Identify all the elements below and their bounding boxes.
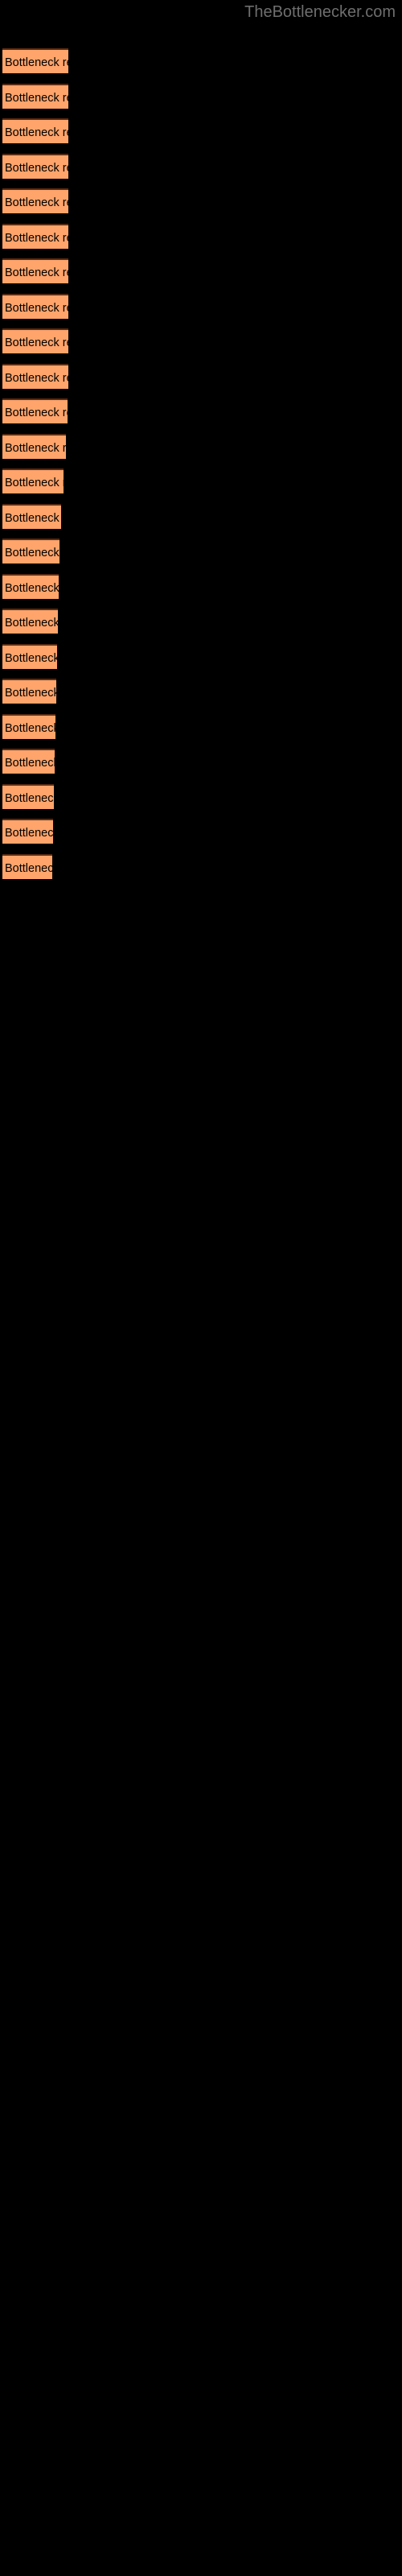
bar-rect[interactable]: Bottleneck result	[2, 749, 55, 774]
bar-label: Bottleneck result	[5, 196, 68, 209]
bar-rect[interactable]: Bottleneck result	[2, 364, 68, 389]
bar-rect[interactable]: Bottleneck result	[2, 679, 56, 704]
bar-row[interactable]: Bottleneck result	[2, 258, 68, 283]
bar-row[interactable]: Bottleneck result	[2, 224, 68, 249]
bar-rect[interactable]: Bottleneck result	[2, 328, 68, 353]
bar-label: Bottleneck result	[5, 617, 58, 630]
bar-rect[interactable]: Bottleneck result	[2, 609, 58, 634]
bar-rect[interactable]: Bottleneck result	[2, 714, 55, 739]
bar-rect[interactable]: Bottleneck result	[2, 224, 68, 249]
bar-row[interactable]: Bottleneck result	[2, 398, 68, 423]
bar-row[interactable]: Bottleneck result	[2, 294, 68, 319]
bar-rect[interactable]: Bottleneck result	[2, 574, 59, 599]
bar-row[interactable]: Bottleneck result	[2, 749, 55, 774]
bar-row[interactable]: Bottleneck result	[2, 574, 59, 599]
bar-row[interactable]: Bottleneck result	[2, 819, 53, 844]
bar-row[interactable]: Bottleneck result	[2, 609, 58, 634]
bar-label: Bottleneck result	[5, 862, 52, 875]
bar-label: Bottleneck result	[5, 547, 59, 559]
bar-row[interactable]: Bottleneck result	[2, 854, 52, 879]
bar-row[interactable]: Bottleneck result	[2, 504, 61, 529]
bar-row[interactable]: Bottleneck result	[2, 328, 68, 353]
bar-rect[interactable]: Bottleneck result	[2, 819, 53, 844]
bar-label: Bottleneck result	[5, 302, 68, 315]
bar-rect[interactable]: Bottleneck result	[2, 188, 68, 213]
bar-rect[interactable]: Bottleneck result	[2, 854, 52, 879]
bar-series: Bottleneck result Bottleneck result Bottle…	[0, 0, 402, 2576]
bar-row[interactable]: Bottleneck result	[2, 84, 68, 109]
bar-label: Bottleneck result	[5, 126, 68, 139]
bar-rect[interactable]: Bottleneck result	[2, 118, 68, 143]
bar-row[interactable]: Bottleneck result	[2, 644, 57, 669]
bar-row[interactable]: Bottleneck result	[2, 188, 68, 213]
bar-label: Bottleneck result	[5, 232, 68, 245]
bar-rect[interactable]: Bottleneck result	[2, 434, 66, 459]
bar-label: Bottleneck result	[5, 792, 54, 805]
bar-rect[interactable]: Bottleneck result	[2, 644, 57, 669]
bar-rect[interactable]: Bottleneck result	[2, 539, 59, 564]
bar-label: Bottleneck result	[5, 652, 57, 665]
bar-row[interactable]: Bottleneck result	[2, 364, 68, 389]
bar-label: Bottleneck result	[5, 162, 68, 175]
bar-rect[interactable]: Bottleneck result	[2, 398, 68, 423]
bar-label: Bottleneck result	[5, 687, 56, 700]
bar-row[interactable]: Bottleneck result	[2, 434, 66, 459]
bar-rect[interactable]: Bottleneck result	[2, 504, 61, 529]
bar-row[interactable]: Bottleneck result	[2, 118, 68, 143]
bar-rect[interactable]: Bottleneck result	[2, 84, 68, 109]
bar-rect[interactable]: Bottleneck result	[2, 48, 68, 73]
bar-label: Bottleneck result	[5, 92, 68, 105]
bottleneck-chart: TheBottlenecker.com Bottleneck resultBot…	[0, 0, 402, 2576]
bar-label: Bottleneck result	[5, 477, 64, 489]
bar-label: Bottleneck result	[5, 266, 68, 279]
bar-label: Bottleneck result	[5, 722, 55, 735]
bar-row[interactable]: Bottleneck result	[2, 714, 55, 739]
bar-rect[interactable]: Bottleneck result	[2, 784, 54, 809]
bar-label: Bottleneck result	[5, 407, 68, 419]
bar-row[interactable]: Bottleneck result	[2, 469, 64, 493]
bar-label: Bottleneck result	[5, 582, 59, 595]
bar-row[interactable]: Bottleneck result	[2, 154, 68, 179]
bar-row[interactable]: Bottleneck result	[2, 679, 56, 704]
bar-row[interactable]: Bottleneck result	[2, 48, 68, 73]
bar-row[interactable]: Bottleneck result	[2, 784, 54, 809]
bar-label: Bottleneck result	[5, 757, 55, 770]
bar-label: Bottleneck result	[5, 442, 66, 455]
bar-rect[interactable]: Bottleneck result	[2, 154, 68, 179]
bar-row[interactable]: Bottleneck result	[2, 539, 59, 564]
bar-label: Bottleneck result	[5, 336, 68, 349]
bar-label: Bottleneck result	[5, 827, 53, 840]
bar-label: Bottleneck result	[5, 512, 61, 525]
bar-rect[interactable]: Bottleneck result	[2, 258, 68, 283]
bar-label: Bottleneck result	[5, 56, 68, 69]
bar-label: Bottleneck result	[5, 372, 68, 385]
bar-rect[interactable]: Bottleneck result	[2, 469, 64, 493]
bar-rect[interactable]: Bottleneck result	[2, 294, 68, 319]
